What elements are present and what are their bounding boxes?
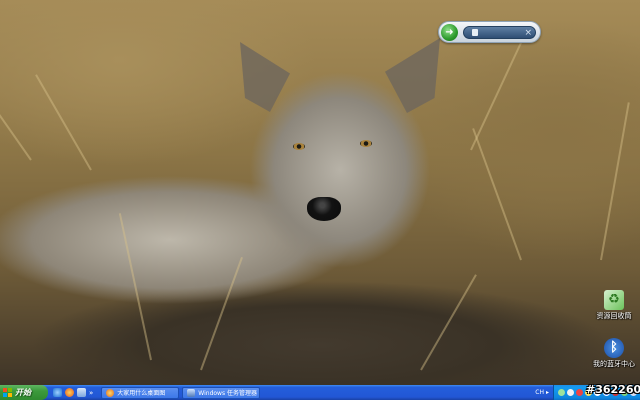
wolf-nose [307, 197, 341, 221]
volume-icon[interactable] [567, 389, 574, 396]
windows-logo-icon [3, 388, 12, 397]
watermark: #362260 [586, 383, 640, 396]
grass-blade [420, 274, 477, 371]
antivirus-icon[interactable] [576, 389, 583, 396]
wolf-right-ear [385, 38, 440, 113]
grass-blade [600, 102, 630, 261]
wolf-left-ear [240, 42, 290, 112]
ie-icon[interactable] [53, 388, 62, 397]
bluetooth-icon: ᛒ [604, 338, 624, 358]
quick-launch: » [48, 385, 98, 400]
taskbar-button-browser[interactable]: 大家用什么桌面图 [101, 386, 180, 399]
browser-icon [106, 388, 115, 397]
search-gadget[interactable]: ➜ × [438, 21, 541, 43]
grass-blade [200, 256, 243, 371]
recycle-bin-icon: ♻ [604, 290, 624, 310]
grass-blade [118, 213, 152, 361]
desktop-icon-label: 资源回收筒 [596, 312, 632, 320]
taskbar: 开始 » 大家用什么桌面图 Windows 任务管理器 CH ▸ [0, 385, 640, 400]
task-manager-icon [187, 388, 196, 397]
lock-icon [472, 29, 478, 36]
go-arrow-icon[interactable]: ➜ [441, 24, 458, 41]
firefox-icon[interactable] [65, 388, 74, 397]
bluetooth-shortcut[interactable]: ᛒ 我的蓝牙中心 [589, 338, 639, 369]
grass-blade [472, 128, 522, 261]
start-label: 开始 [15, 388, 31, 397]
grass-blade [35, 74, 92, 171]
desktop[interactable] [0, 0, 640, 385]
taskbar-button-task-manager[interactable]: Windows 任务管理器 [182, 386, 261, 399]
wolf-left-eye [293, 143, 305, 150]
network-icon[interactable] [558, 389, 565, 396]
show-desktop-icon[interactable] [77, 388, 86, 397]
grass-blade [0, 61, 32, 161]
quick-launch-expand[interactable]: » [89, 389, 93, 397]
language-indicator: CH [535, 389, 544, 396]
desktop-icon-label: 我的蓝牙中心 [593, 360, 635, 368]
language-bar[interactable]: CH ▸ [531, 389, 553, 396]
clear-icon[interactable]: × [524, 27, 532, 39]
wolf-right-eye [360, 140, 372, 147]
search-input[interactable]: × [463, 26, 536, 39]
grass-blade [470, 40, 523, 151]
start-button[interactable]: 开始 [0, 385, 48, 400]
language-menu-icon: ▸ [545, 389, 549, 396]
task-label: 大家用什么桌面图 [117, 390, 166, 397]
task-label: Windows 任务管理器 [198, 390, 257, 397]
recycle-bin-shortcut[interactable]: ♻ 资源回收筒 [589, 290, 639, 321]
